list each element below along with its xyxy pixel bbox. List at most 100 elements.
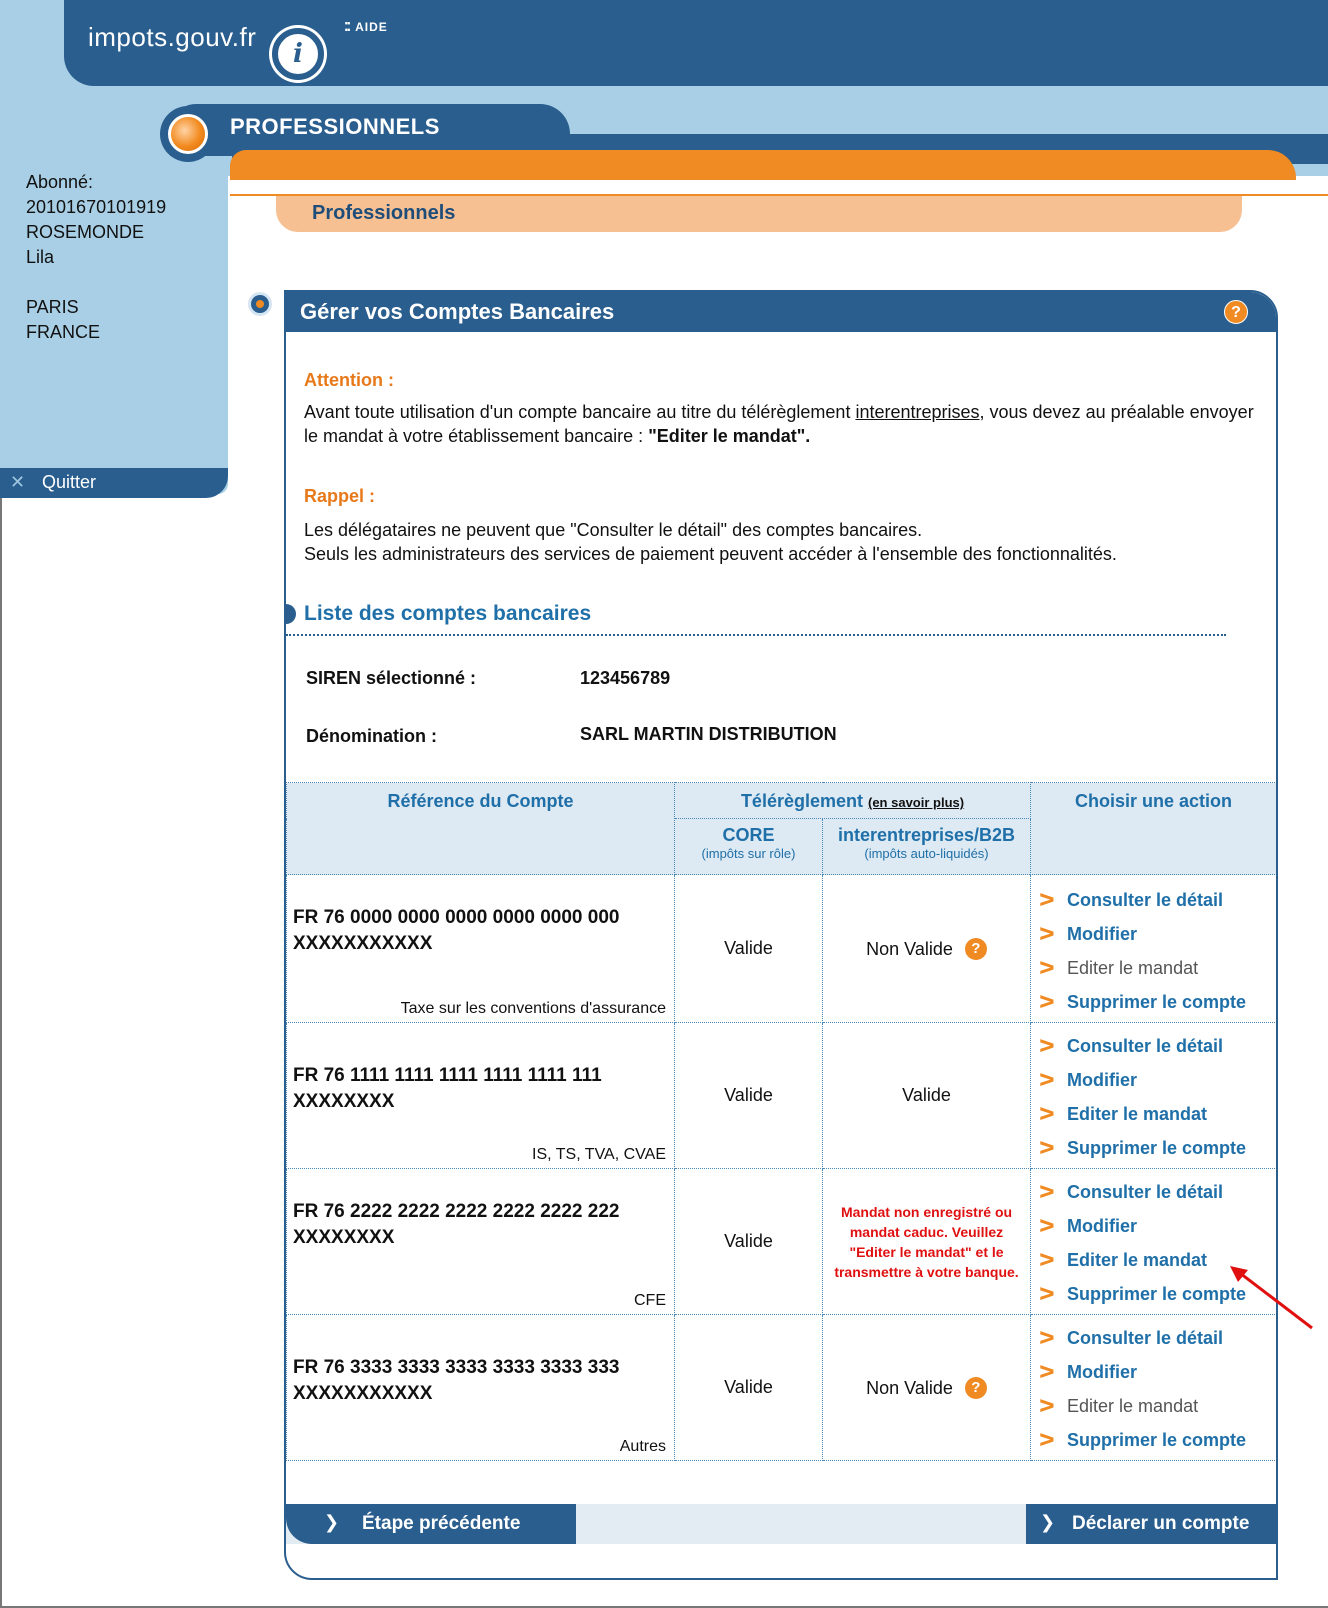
table-header-row: Référence du Compte Télérèglement (en sa… xyxy=(286,782,1276,875)
account-reference-cell: FR 76 1111 1111 1111 1111 1111 111 XXXXXX… xyxy=(286,1022,675,1169)
help-icon[interactable]: ? xyxy=(964,937,987,960)
chevron-right-icon: ᐳ xyxy=(1039,890,1055,910)
professionnels-orb-icon xyxy=(160,106,216,162)
edit-mandate-link[interactable]: ᐳ Editer le mandat xyxy=(1039,1245,1207,1275)
action-label: Modifier xyxy=(1067,924,1138,944)
chevron-right-icon: ᐳ xyxy=(1039,1182,1055,1202)
bank-accounts-panel: Gérer vos Comptes Bancaires ? Attention … xyxy=(284,290,1278,1580)
core-label: CORE xyxy=(722,825,775,845)
consult-detail-link[interactable]: ᐳ Consulter le détail xyxy=(1039,1177,1223,1207)
subscriber-firstname: Lila xyxy=(26,247,55,267)
modify-link[interactable]: ᐳ Modifier xyxy=(1039,1211,1137,1241)
subscriber-info: Abonné: 20101670101919 ROSEMONDE Lila PA… xyxy=(26,170,166,345)
list-bullet-icon xyxy=(286,604,296,624)
action-label: Editer le mandat xyxy=(1067,1104,1208,1124)
action-label: Consulter le détail xyxy=(1067,1328,1224,1348)
account-iban: FR 76 0000 0000 0000 0000 0000 000 XXXXXX… xyxy=(293,905,619,957)
denomination-label: Dénomination : xyxy=(306,726,437,746)
attention-text-part1: Avant toute utilisation d'un compte banc… xyxy=(304,402,856,422)
b2b-status: Non Valide xyxy=(866,1377,953,1398)
interentreprises-link[interactable]: interentreprises xyxy=(855,402,979,422)
consult-detail-link[interactable]: ᐳ Consulter le détail xyxy=(1039,1323,1223,1353)
table-row: FR 76 2222 2222 2222 2222 2222 222 XXXXXX… xyxy=(286,1168,1276,1315)
core-note: (impôts sur rôle) xyxy=(701,846,796,861)
chevron-right-icon: ᐳ xyxy=(1039,1430,1055,1450)
col-header-telereglement: Télérèglement (en savoir plus) xyxy=(673,782,1032,819)
subtab-professionnels[interactable]: Professionnels xyxy=(276,196,1242,232)
previous-step-label: Étape précédente xyxy=(362,1513,521,1534)
previous-step-button[interactable]: ❯ Étape précédente xyxy=(286,1504,576,1544)
edit-mandate-link: ᐳ Editer le mandat xyxy=(1039,953,1198,983)
chevron-right-icon: ❯ xyxy=(324,1512,340,1532)
actions-cell: ᐳ Consulter le détail ᐳ Modifier ᐳ Editer l… xyxy=(1030,1022,1276,1169)
siren-label: SIREN sélectionné : xyxy=(306,668,477,688)
chevron-right-icon: ᐳ xyxy=(1039,1104,1055,1124)
bank-accounts-table: Référence du Compte Télérèglement (en sa… xyxy=(286,782,1276,1461)
declare-account-button[interactable]: ❯ Déclarer un compte xyxy=(1026,1504,1276,1544)
siren-value: 123456789 xyxy=(580,668,671,688)
edit-mandate-link[interactable]: ᐳ Editer le mandat xyxy=(1039,1099,1207,1129)
impots-logo-icon[interactable]: i xyxy=(272,28,324,80)
panel-header: Gérer vos Comptes Bancaires ? xyxy=(286,292,1276,332)
attention-text: Avant toute utilisation d'un compte banc… xyxy=(304,400,1254,448)
orange-menu-bar xyxy=(230,150,1296,180)
chevron-right-icon: ᐳ xyxy=(1039,1216,1055,1236)
more-info-link[interactable]: (en savoir plus) xyxy=(868,795,964,810)
modify-link[interactable]: ᐳ Modifier xyxy=(1039,919,1137,949)
delete-account-link[interactable]: ᐳ Supprimer le compte xyxy=(1039,1279,1246,1309)
rappel-title: Rappel : xyxy=(304,486,376,506)
subscriber-spacer xyxy=(26,270,166,295)
section-label[interactable]: PROFESSIONNELS xyxy=(230,114,440,140)
help-link[interactable]: ⁚⁚ AIDE xyxy=(344,20,388,34)
chevron-right-icon: ᐳ xyxy=(1039,958,1055,978)
iban-line-2: XXXXXXXX xyxy=(293,1227,395,1248)
rappel-line-1: Les délégataires ne peuvent que "Consult… xyxy=(304,520,923,540)
col-header-b2b: interentreprises/B2B (impôts auto-liquidé… xyxy=(821,818,1032,875)
modify-link[interactable]: ᐳ Modifier xyxy=(1039,1065,1137,1095)
b2b-status: Non Valide xyxy=(866,938,953,959)
account-tax-label: Taxe sur les conventions d'assurance xyxy=(400,1000,666,1017)
delete-account-link[interactable]: ᐳ Supprimer le compte xyxy=(1039,987,1246,1017)
table-row: FR 76 3333 3333 3333 3333 3333 333 XXXXXX… xyxy=(286,1314,1276,1461)
delete-account-link[interactable]: ᐳ Supprimer le compte xyxy=(1039,1425,1246,1455)
action-label: Supprimer le compte xyxy=(1067,1138,1247,1158)
action-label: Consulter le détail xyxy=(1067,890,1224,910)
subscriber-number: 20101670101919 xyxy=(26,197,167,217)
core-status: Valide xyxy=(674,1314,823,1461)
table-row: FR 76 1111 1111 1111 1111 1111 111 XXXXXX… xyxy=(286,1022,1276,1169)
site-name[interactable]: impots.gouv.fr xyxy=(88,22,256,53)
b2b-status-cell: Non Valide? xyxy=(821,874,1032,1023)
table-row: FR 76 0000 0000 0000 0000 0000 000 XXXXXX… xyxy=(286,874,1276,1023)
edit-mandate-link: ᐳ Editer le mandat xyxy=(1039,1391,1198,1421)
action-label: Modifier xyxy=(1067,1216,1138,1236)
action-label: Modifier xyxy=(1067,1362,1138,1382)
quit-button[interactable]: ✕ Quitter xyxy=(0,468,228,498)
help-icon[interactable]: ? xyxy=(1224,300,1248,324)
iban-line-2: XXXXXXXXXXX xyxy=(293,933,433,954)
iban-line-1: FR 76 3333 3333 3333 3333 3333 333 xyxy=(293,1357,620,1378)
annotation-arrow-icon xyxy=(1230,1266,1313,1330)
iban-line-2: XXXXXXXX xyxy=(293,1091,395,1112)
chevron-right-icon: ᐳ xyxy=(1039,1070,1055,1090)
account-tax-label: CFE xyxy=(634,1292,666,1309)
account-iban: FR 76 3333 3333 3333 3333 3333 333 XXXXXX… xyxy=(293,1355,619,1407)
delete-account-link[interactable]: ᐳ Supprimer le compte xyxy=(1039,1133,1246,1163)
iban-line-1: FR 76 1111 1111 1111 1111 1111 111 xyxy=(293,1065,602,1086)
quit-icon: ✕ xyxy=(10,472,26,492)
modify-link[interactable]: ᐳ Modifier xyxy=(1039,1357,1137,1387)
subtab-label: Professionnels xyxy=(312,202,456,224)
consult-detail-link[interactable]: ᐳ Consulter le détail xyxy=(1039,1031,1223,1061)
chevron-right-icon: ❯ xyxy=(1040,1512,1056,1532)
action-label: Editer le mandat xyxy=(1067,1250,1208,1270)
col-header-action: Choisir une action xyxy=(1030,782,1276,875)
chevron-right-icon: ᐳ xyxy=(1039,992,1055,1012)
action-label: Editer le mandat xyxy=(1067,1396,1199,1416)
account-tax-label: Autres xyxy=(619,1438,666,1455)
consult-detail-link[interactable]: ᐳ Consulter le détail xyxy=(1039,885,1223,915)
core-status: Valide xyxy=(674,1168,823,1315)
attention-title: Attention : xyxy=(304,370,394,390)
bottom-nav: ❯ Étape précédente ❯ Déclarer un compte xyxy=(286,1504,1276,1544)
subscriber-country: FRANCE xyxy=(26,322,101,342)
help-icon[interactable]: ? xyxy=(964,1376,987,1399)
account-iban: FR 76 1111 1111 1111 1111 1111 111 XXXXXX… xyxy=(293,1063,602,1115)
